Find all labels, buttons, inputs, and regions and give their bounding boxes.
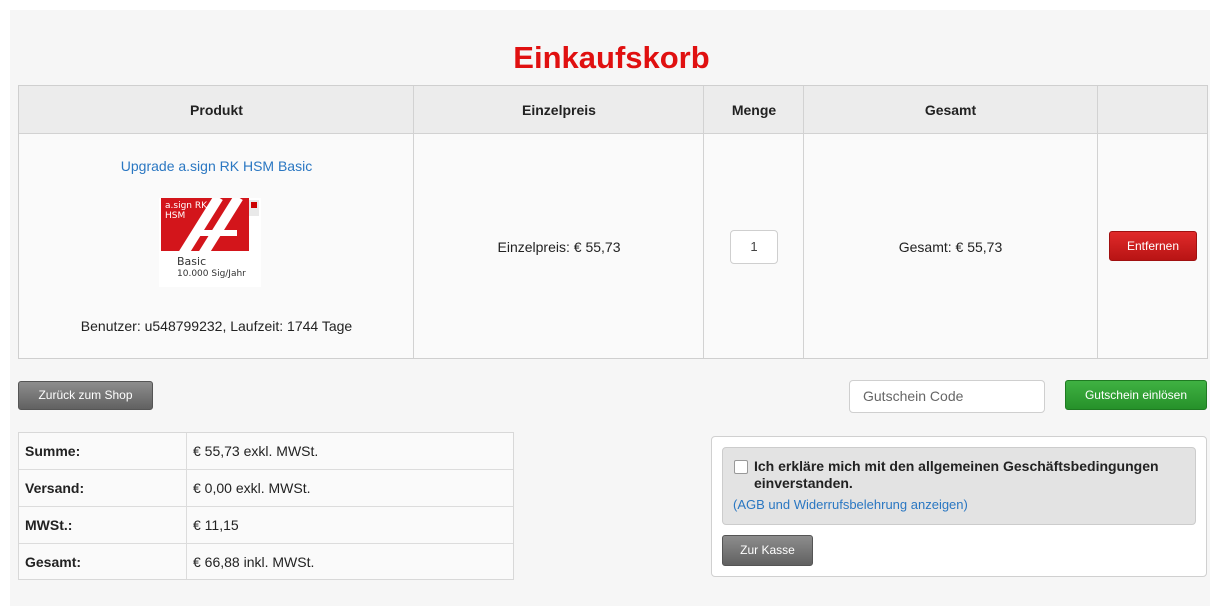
total-cell: Gesamt: € 55,73	[804, 134, 1097, 359]
terms-box: Ich erkläre mich mit den allgemeinen Ges…	[722, 447, 1196, 525]
summary-value: € 66,88 inkl. MWSt.	[193, 554, 315, 570]
remove-button[interactable]: Entfernen	[1109, 231, 1197, 261]
summary-row: Summe: € 55,73 exkl. MWSt.	[19, 433, 513, 470]
summary-label: MWSt.:	[25, 517, 73, 533]
back-to-shop-button[interactable]: Zurück zum Shop	[18, 381, 153, 410]
header-total: Gesamt	[924, 102, 977, 118]
product-image-caption: Basic	[177, 255, 207, 268]
cart-table-header: Produkt Einzelpreis Menge Gesamt	[19, 86, 1207, 134]
product-image-subcaption: 10.000 Sig/Jahr	[177, 269, 246, 279]
header-product: Produkt	[190, 102, 243, 118]
coupon-code-input[interactable]: Gutschein Code	[849, 380, 1045, 413]
header-quantity: Menge	[731, 102, 777, 118]
summary-label: Versand:	[25, 480, 85, 496]
summary-label: Gesamt:	[25, 554, 82, 570]
summary-row: MWSt.: € 11,15	[19, 507, 513, 544]
header-unit-price: Einzelpreis	[522, 102, 596, 118]
checkout-button[interactable]: Zur Kasse	[722, 535, 813, 566]
page-title: Einkaufskorb	[513, 40, 710, 75]
summary-label: Summe:	[25, 443, 81, 459]
checkbox-icon[interactable]	[734, 460, 748, 474]
unit-price: Einzelpreis: € 55,73	[497, 238, 621, 255]
logo-text: a.sign RK	[165, 201, 207, 211]
product-link[interactable]: Upgrade a.sign RK HSM Basic	[19, 158, 414, 174]
redeem-coupon-button[interactable]: Gutschein einlösen	[1065, 380, 1207, 410]
a-sign-rk-hsm-logo-icon[interactable]: a.sign RK HSM Basic 10.000 Sig/Jahr	[159, 198, 261, 287]
terms-link[interactable]: (AGB und Widerrufsbelehrung anzeigen)	[733, 497, 968, 512]
quantity-cell: 1	[704, 134, 804, 359]
quantity-input[interactable]: 1	[730, 229, 778, 264]
summary-row: Versand: € 0,00 exkl. MWSt.	[19, 470, 513, 507]
order-summary: Summe: € 55,73 exkl. MWSt. Versand: € 0,…	[18, 432, 514, 580]
checkout-box: Ich erkläre mich mit den allgemeinen Ges…	[711, 436, 1207, 577]
summary-value: € 55,73 exkl. MWSt.	[193, 443, 319, 459]
cart-table: Produkt Einzelpreis Menge Gesamt Upgrade…	[18, 85, 1208, 359]
product-meta: Benutzer: u548799232, Laufzeit: 1744 Tag…	[80, 318, 353, 334]
summary-row: Gesamt: € 66,88 inkl. MWSt.	[19, 544, 513, 581]
summary-value: € 0,00 exkl. MWSt.	[193, 480, 311, 496]
summary-value: € 11,15	[193, 517, 239, 533]
logo-text: HSM	[165, 211, 186, 221]
unit-price-cell: Einzelpreis: € 55,73	[414, 134, 704, 359]
line-total: Gesamt: € 55,73	[898, 238, 1003, 255]
terms-text: Ich erkläre mich mit den allgemeinen Ges…	[754, 458, 1159, 491]
column-divider	[1097, 86, 1098, 358]
